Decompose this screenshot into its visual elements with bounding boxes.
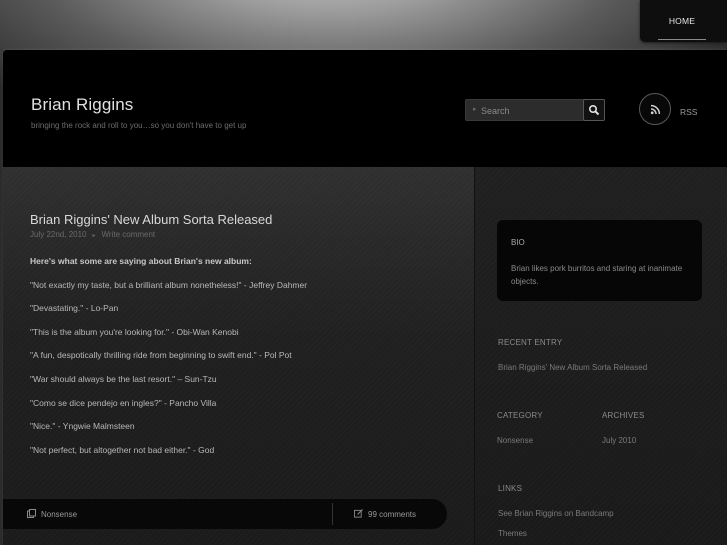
folder-icon — [27, 509, 36, 518]
rss-link[interactable]: RSS — [680, 107, 697, 117]
search-input[interactable] — [481, 103, 581, 118]
post-paragraph: "War should always be the last resort." … — [30, 373, 217, 384]
top-nav: HOME — [640, 0, 727, 42]
archive-link-july-2010[interactable]: July 2010 — [602, 436, 636, 445]
main-content: Brian Riggins' New Album Sorta Released … — [3, 167, 474, 545]
post-paragraph: "Not exactly my taste, but a brilliant a… — [30, 279, 308, 290]
comments-link[interactable]: 99 comments — [368, 510, 416, 519]
post-paragraph: "Nice." - Yngwie Malmsteen — [30, 421, 135, 432]
post-meta: July 22nd, 2010 ▸ Write comment — [30, 230, 155, 239]
bio-heading: BIO — [511, 238, 525, 247]
post-comments: 99 comments — [354, 509, 416, 519]
category-link-nonsense[interactable]: Nonsense — [497, 436, 533, 445]
post-paragraph: Here's what some are saying about Brian'… — [30, 256, 252, 266]
recent-entry-heading: RECENT ENTRY — [498, 338, 563, 347]
category-heading: CATEGORY — [497, 411, 543, 420]
search-box: ▸ — [465, 99, 605, 121]
footer-divider — [332, 503, 333, 525]
post-body: Here's what some are saying about Brian'… — [30, 255, 460, 467]
link-bandcamp[interactable]: See Brian Riggins on Bandcamp — [498, 509, 614, 518]
post-paragraph: "Devastating." - Lo-Pan — [30, 303, 119, 314]
post-paragraph: "This is the album you're looking for." … — [30, 326, 239, 337]
site-tagline: bringing the rock and roll to you…so you… — [31, 121, 247, 130]
post-date: July 22nd, 2010 — [30, 230, 87, 239]
rss-button[interactable] — [639, 93, 671, 125]
site-title[interactable]: Brian Riggins — [31, 95, 133, 115]
page-frame: Brian Riggins bringing the rock and roll… — [3, 50, 727, 545]
bio-box: BIO Brian likes pork burritos and starin… — [497, 220, 702, 301]
nav-home-link[interactable]: HOME — [658, 16, 706, 40]
archives-heading: ARCHIVES — [602, 411, 645, 420]
post-paragraph: "Como se dice pendejo en ingles?" - Panc… — [30, 397, 217, 408]
comment-icon — [354, 509, 363, 518]
sidebar: BIO Brian likes pork burritos and starin… — [474, 167, 727, 545]
post-title[interactable]: Brian Riggins' New Album Sorta Released — [30, 212, 272, 227]
rss-icon — [650, 104, 661, 115]
post-paragraph: "A fun, despotically thrilling ride from… — [30, 350, 292, 361]
bio-text: Brian likes pork burritos and staring at… — [511, 264, 683, 286]
post-paragraph: "Not perfect, but altogether not bad eit… — [30, 444, 215, 455]
search-icon — [589, 105, 600, 116]
post-footer: Nonsense 99 comments — [3, 499, 447, 529]
recent-entry-link[interactable]: Brian Riggins' New Album Sorta Released — [498, 363, 647, 372]
search-button[interactable] — [583, 99, 605, 121]
post-category-link[interactable]: Nonsense — [41, 510, 77, 519]
write-comment-link[interactable]: Write comment — [102, 230, 156, 239]
search-caret-icon: ▸ — [473, 106, 477, 113]
post-category: Nonsense — [27, 509, 77, 519]
link-themes[interactable]: Themes — [498, 529, 527, 538]
links-heading: LINKS — [498, 484, 523, 493]
meta-arrow-icon: ▸ — [92, 233, 96, 239]
site-header: Brian Riggins bringing the rock and roll… — [3, 50, 727, 167]
